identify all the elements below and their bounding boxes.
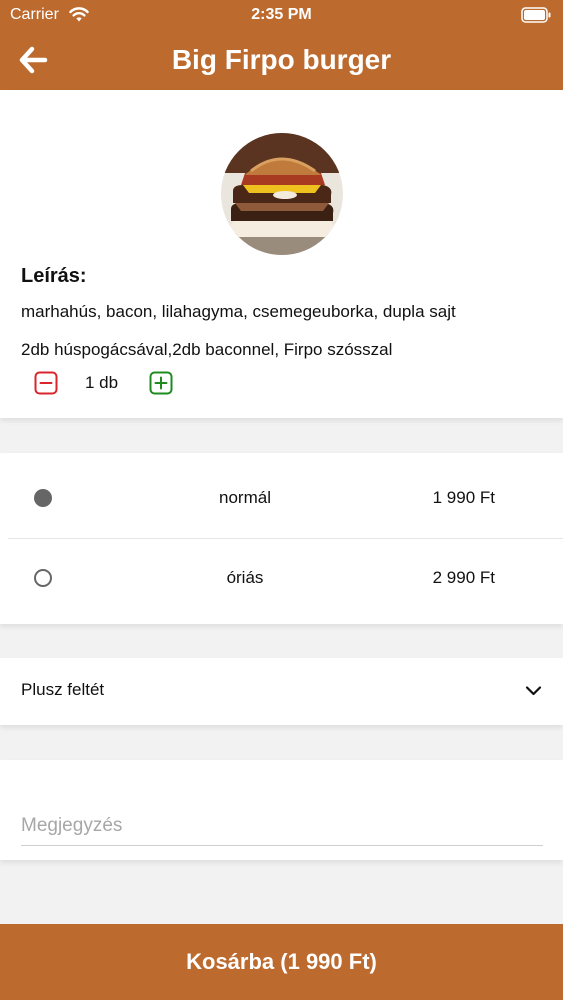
- size-option-name: óriás: [226, 568, 264, 587]
- add-to-cart-button[interactable]: Kosárba (1 990 Ft): [0, 924, 563, 1000]
- burger-image: [221, 133, 343, 255]
- note-card: [0, 760, 563, 860]
- chevron-down-icon[interactable]: [525, 685, 542, 697]
- top-bar: Carrier 2:35 PM Big Firpo burger: [0, 0, 563, 90]
- size-option-name: normál: [219, 488, 271, 507]
- size-option-price: 1 990 Ft: [432, 488, 495, 507]
- decrease-quantity-button[interactable]: [34, 371, 58, 395]
- status-time: 2:35 PM: [251, 6, 312, 23]
- description-label: Leírás:: [21, 265, 87, 287]
- quantity-value: 1 db: [85, 373, 119, 392]
- description-text: marhahús, bacon, lilahagyma, csemegeubor…: [21, 293, 551, 369]
- increase-quantity-button[interactable]: [149, 371, 173, 395]
- radio-unselected-icon[interactable]: [34, 569, 52, 587]
- extra-toppings-label: Plusz feltét: [21, 680, 105, 699]
- size-option-normal[interactable]: normál 1 990 Ft: [0, 458, 563, 538]
- extra-toppings-dropdown[interactable]: Plusz feltét: [0, 658, 563, 725]
- description-line-2: 2db húspogácsával,2db baconnel, Firpo sz…: [21, 340, 393, 359]
- back-arrow-icon[interactable]: [18, 46, 48, 74]
- size-option-price: 2 990 Ft: [432, 568, 495, 587]
- note-input[interactable]: [21, 806, 543, 846]
- radio-selected-icon[interactable]: [34, 489, 52, 507]
- size-option-giant[interactable]: óriás 2 990 Ft: [0, 538, 563, 618]
- page-title: Big Firpo burger: [171, 44, 392, 75]
- description-line-1: marhahús, bacon, lilahagyma, csemegeubor…: [21, 302, 456, 321]
- status-bar: Carrier 2:35 PM: [0, 0, 563, 30]
- battery-icon: [521, 7, 551, 23]
- product-card: Leírás: marhahús, bacon, lilahagyma, cse…: [0, 90, 563, 418]
- navigation-bar: Big Firpo burger: [0, 30, 563, 90]
- size-options-card: normál 1 990 Ft óriás 2 990 Ft: [0, 453, 563, 624]
